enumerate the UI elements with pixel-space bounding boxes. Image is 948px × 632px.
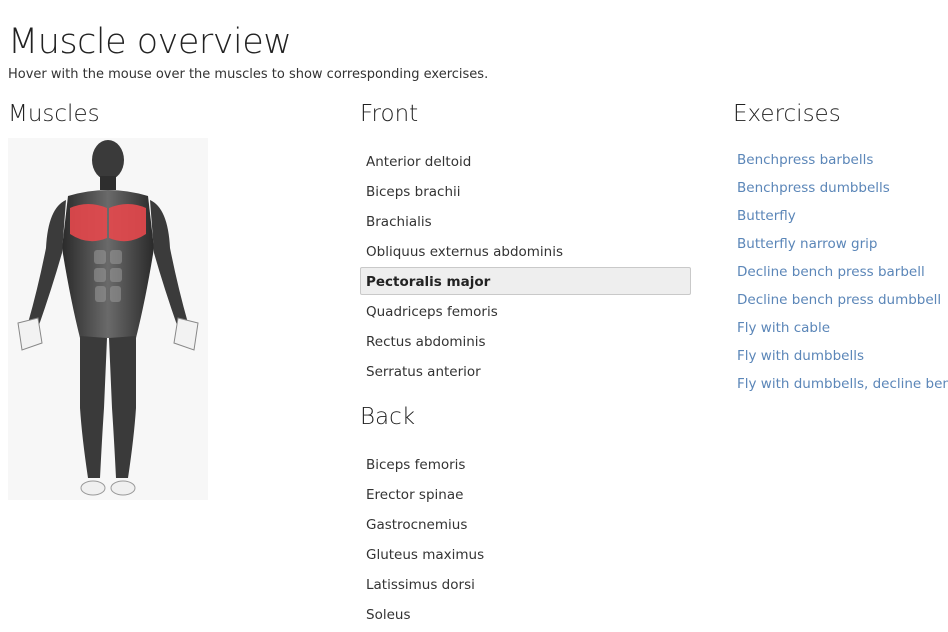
left-hand-shape	[17, 317, 43, 351]
muscle-item-erector-spinae[interactable]: Erector spinae	[360, 480, 691, 508]
muscle-item-biceps-brachii[interactable]: Biceps brachii	[360, 177, 691, 205]
muscle-item-pectoralis-major[interactable]: Pectoralis major	[360, 267, 691, 295]
body-illustration	[17, 140, 199, 496]
exercise-link[interactable]: Decline bench press dumbbell	[737, 290, 948, 318]
back-muscle-list: Biceps femoris Erector spinae Gastrocnem…	[360, 450, 691, 630]
muscle-item-obliquus-externus[interactable]: Obliquus externus abdominis	[360, 237, 691, 265]
right-hand-shape	[173, 317, 199, 351]
front-heading: Front	[360, 101, 419, 127]
muscle-item-soleus[interactable]: Soleus	[360, 600, 691, 628]
exercise-link[interactable]: Butterfly	[737, 206, 948, 234]
exercise-link[interactable]: Benchpress barbells	[737, 150, 948, 178]
exercise-link[interactable]: Butterfly narrow grip	[737, 234, 948, 262]
right-arm-shape	[150, 200, 188, 328]
muscle-item-gluteus-maximus[interactable]: Gluteus maximus	[360, 540, 691, 568]
muscles-heading: Muscles	[8, 101, 100, 127]
neck-shape	[100, 176, 116, 190]
muscle-item-brachialis[interactable]: Brachialis	[360, 207, 691, 235]
muscle-item-latissimus-dorsi[interactable]: Latissimus dorsi	[360, 570, 691, 598]
pectoralis-left-highlight[interactable]	[70, 204, 107, 242]
exercises-heading: Exercises	[733, 101, 841, 127]
exercise-link[interactable]: Fly with cable	[737, 318, 948, 346]
right-leg-shape	[109, 336, 136, 478]
exercise-link[interactable]: Decline bench press barbell	[737, 262, 948, 290]
head-shape	[92, 140, 124, 180]
page-subtitle: Hover with the mouse over the muscles to…	[8, 67, 489, 82]
exercise-list: Benchpress barbells Benchpress dumbbells…	[737, 150, 948, 402]
back-heading: Back	[360, 404, 416, 430]
left-foot-shape	[80, 480, 106, 496]
front-muscle-list: Anterior deltoid Biceps brachii Brachial…	[360, 147, 691, 387]
muscle-item-biceps-femoris[interactable]: Biceps femoris	[360, 450, 691, 478]
left-arm-shape	[28, 200, 66, 328]
page-title: Muscle overview	[8, 22, 292, 62]
muscle-item-rectus-abdominis[interactable]: Rectus abdominis	[360, 327, 691, 355]
muscle-body-figure[interactable]	[8, 138, 208, 500]
exercise-link[interactable]: Benchpress dumbbells	[737, 178, 948, 206]
pectoralis-right-highlight[interactable]	[109, 204, 146, 242]
left-leg-shape	[80, 336, 107, 478]
exercise-link[interactable]: Fly with dumbbells, decline bench	[737, 374, 948, 402]
muscle-item-serratus-anterior[interactable]: Serratus anterior	[360, 357, 691, 385]
right-foot-shape	[110, 480, 136, 496]
muscle-item-anterior-deltoid[interactable]: Anterior deltoid	[360, 147, 691, 175]
exercise-link[interactable]: Fly with dumbbells	[737, 346, 948, 374]
muscle-item-gastrocnemius[interactable]: Gastrocnemius	[360, 510, 691, 538]
muscle-item-quadriceps-femoris[interactable]: Quadriceps femoris	[360, 297, 691, 325]
